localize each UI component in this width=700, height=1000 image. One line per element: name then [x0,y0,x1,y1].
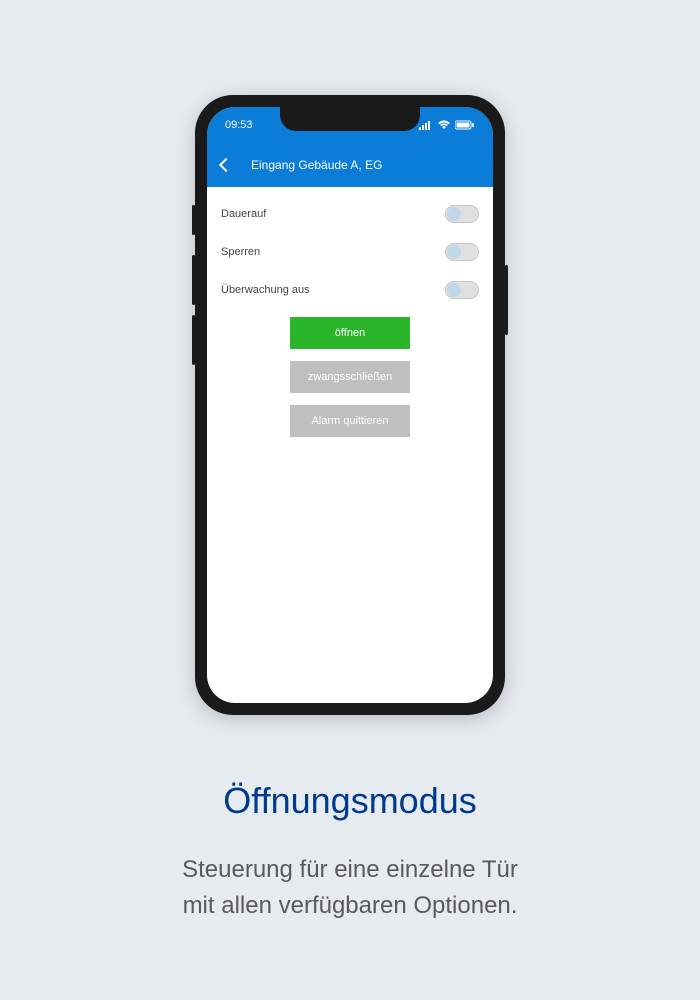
phone-screen: 09:53 Eingang Gebäude A, EG Dauerauf Spe… [207,107,493,703]
status-time: 09:53 [225,119,253,131]
header-title: Eingang Gebäude A, EG [251,158,382,172]
open-button[interactable]: öffnen [290,317,410,349]
setting-label: Sperren [221,246,260,258]
setting-label: Überwachung aus [221,284,310,296]
phone-side-button [192,255,195,305]
settings-list: Dauerauf Sperren Überwachung aus öffnen … [207,187,493,455]
button-stack: öffnen zwangsschließen Alarm quittieren [221,309,479,437]
phone-frame: 09:53 Eingang Gebäude A, EG Dauerauf Spe… [195,95,505,715]
caption-subtitle: Steuerung für eine einzelne Tür mit alle… [182,852,518,924]
setting-row-ueberwachung: Überwachung aus [221,271,479,309]
setting-label: Dauerauf [221,208,266,220]
battery-icon [455,120,475,130]
force-close-button[interactable]: zwangsschließen [290,361,410,393]
phone-side-button [505,265,508,335]
back-icon[interactable] [219,158,233,172]
caption-line1: Steuerung für eine einzelne Tür [182,856,518,883]
app-header: Eingang Gebäude A, EG [207,143,493,187]
toggle-ueberwachung[interactable] [445,281,479,299]
caption-title: Öffnungsmodus [223,780,477,822]
phone-side-button [192,205,195,235]
setting-row-sperren: Sperren [221,233,479,271]
phone-side-button [192,315,195,365]
phone-notch [280,107,420,131]
ack-alarm-button[interactable]: Alarm quittieren [290,405,410,437]
setting-row-dauerauf: Dauerauf [221,195,479,233]
signal-icon [419,120,433,130]
caption-line2: mit allen verfügbaren Optionen. [183,892,518,919]
toggle-sperren[interactable] [445,243,479,261]
toggle-dauerauf[interactable] [445,205,479,223]
status-icons [419,120,475,130]
wifi-icon [437,120,451,130]
